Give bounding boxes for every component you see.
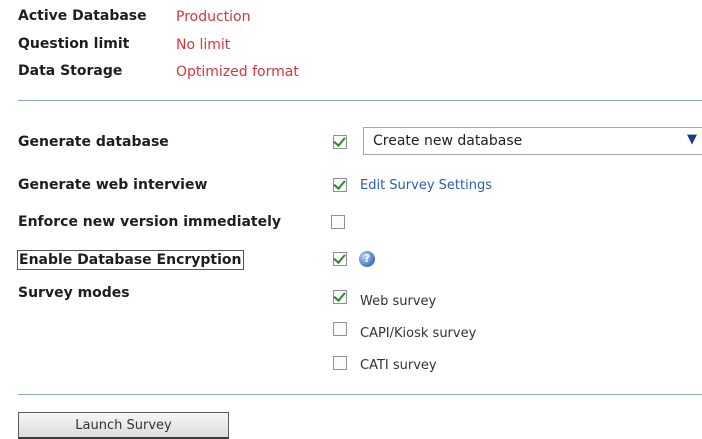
question-limit-value: No limit: [176, 37, 231, 53]
enable-db-encryption-label: Enable Database Encryption: [17, 250, 244, 270]
chevron-down-icon: ▼: [687, 132, 697, 147]
generate-database-checkbox[interactable]: [333, 134, 347, 149]
active-database-value: Production: [176, 9, 251, 25]
check-icon: [333, 177, 346, 190]
capi-kiosk-survey-label: CAPI/Kiosk survey: [360, 326, 477, 341]
check-icon: [333, 134, 346, 147]
check-icon: [333, 289, 346, 302]
edit-survey-settings-link[interactable]: Edit Survey Settings: [360, 178, 492, 193]
database-mode-select-value: Create new database: [373, 133, 523, 149]
enforce-new-version-label: Enforce new version immediately: [18, 214, 282, 230]
enable-db-encryption-checkbox[interactable]: [333, 251, 347, 266]
generate-web-interview-checkbox[interactable]: [333, 177, 347, 192]
web-survey-label: Web survey: [360, 294, 437, 309]
question-limit-label: Question limit: [18, 36, 130, 52]
launch-survey-button[interactable]: Launch Survey: [18, 412, 229, 439]
capi-kiosk-survey-checkbox[interactable]: [333, 322, 347, 336]
data-storage-label: Data Storage: [18, 63, 123, 79]
data-storage-value: Optimized format: [176, 64, 299, 80]
database-mode-select[interactable]: Create new database ▼: [363, 127, 702, 155]
survey-modes-label: Survey modes: [18, 285, 130, 301]
generate-web-interview-label: Generate web interview: [18, 177, 208, 193]
check-icon: [333, 251, 346, 264]
help-icon[interactable]: ?: [359, 251, 375, 267]
cati-survey-label: CATI survey: [360, 358, 437, 373]
active-database-label: Active Database: [18, 8, 147, 24]
enforce-new-version-checkbox[interactable]: [331, 215, 345, 229]
cati-survey-checkbox[interactable]: [333, 356, 347, 370]
divider-bottom: [18, 394, 702, 395]
divider-top: [18, 100, 702, 101]
web-survey-checkbox[interactable]: [333, 289, 347, 304]
generate-database-label: Generate database: [18, 134, 169, 150]
